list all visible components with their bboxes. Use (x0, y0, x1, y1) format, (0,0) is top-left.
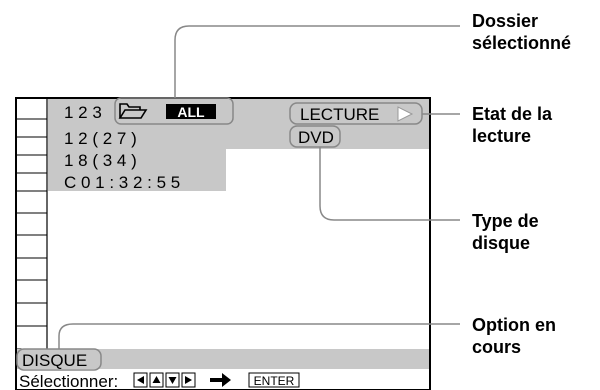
footer-prefix: Sélectionner: (19, 372, 118, 390)
chapter-row: 1 2 ( 2 7 ) (64, 129, 137, 148)
status-label: LECTURE (300, 105, 379, 124)
callout-playback-line2: lecture (472, 126, 532, 146)
callout-disc-line2: disque (472, 233, 531, 253)
callout-disc-line1: Type de (472, 211, 539, 231)
callout-option-line1: Option en (472, 315, 556, 335)
track-row: 1 8 ( 3 4 ) (64, 151, 137, 170)
folder-callout-line (174, 25, 460, 98)
callout-playback-line1: Etat de la (472, 104, 553, 124)
time-row: C 0 1 : 3 2 : 5 5 (64, 173, 180, 192)
all-badge: ALL (177, 104, 205, 120)
title-number: 1 2 3 (64, 103, 102, 122)
current-option-label: DISQUE (22, 351, 87, 370)
callout-folder-line1: Dossier (472, 11, 539, 31)
callout-playback-state: Etat de la lecture (472, 103, 552, 147)
callout-folder-line2: sélectionné (472, 33, 572, 53)
callout-disc-type: Type de disque (472, 210, 539, 254)
callout-option-line2: cours (472, 337, 522, 357)
callout-current-option: Option en cours (472, 314, 556, 358)
callout-folder: Dossier sélectionné (472, 10, 571, 54)
disc-type-label: DVD (298, 128, 334, 147)
enter-key-label: ENTER (254, 374, 295, 388)
